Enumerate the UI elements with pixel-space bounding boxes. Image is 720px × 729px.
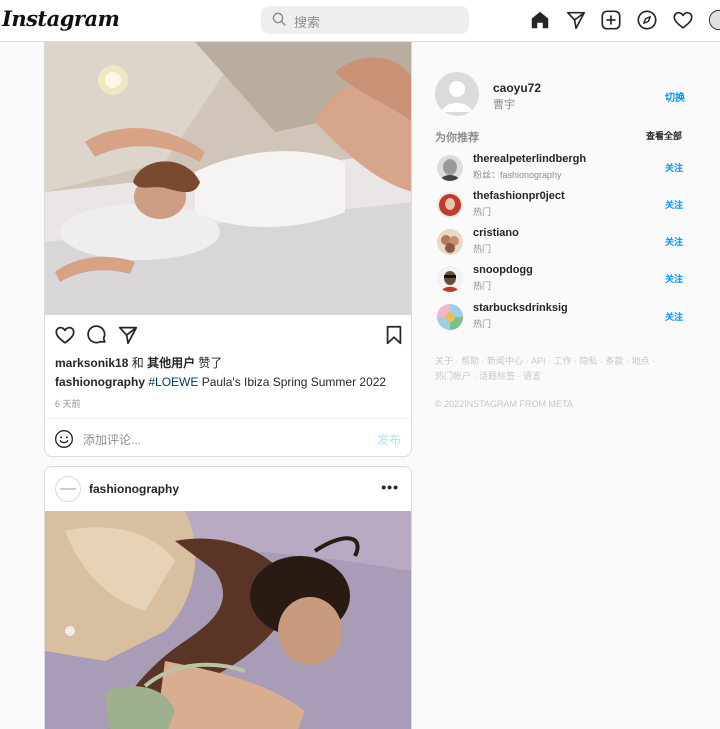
comment-form: 添加评论... 发布 [45,418,411,456]
post-header: fashionography ••• [45,467,411,511]
more-options-icon[interactable]: ••• [381,479,399,495]
comment-icon[interactable] [86,324,108,346]
post-comment-button[interactable]: 发布 [377,431,401,448]
follow-button[interactable]: 关注 [665,235,683,248]
activity-heart-icon[interactable] [672,9,694,31]
home-icon[interactable] [529,9,551,31]
search-placeholder: 搜索 [294,15,321,30]
suggestion-avatar[interactable] [437,266,463,292]
post-image[interactable] [45,511,411,729]
likes-user-link[interactable]: marksonik18 [55,356,128,370]
follow-button[interactable]: 关注 [665,161,683,174]
caption-text: Paula's Ibiza Spring Summer 2022 [198,375,387,389]
like-heart-icon[interactable] [54,324,76,346]
suggestion-item: starbucksdrinksig 热门 关注 [437,302,687,332]
likes-others-link[interactable]: 其他用户 [147,356,195,370]
suggestion-subtitle: 热门 [473,207,492,217]
suggestion-subtitle: 热门 [473,319,492,329]
suggestion-username[interactable]: cristiano [473,227,519,239]
caption-hashtag[interactable]: #LOEWE [148,375,198,389]
suggestion-avatar[interactable] [437,229,463,255]
suggestion-subtitle: 粉丝：fashionography [473,170,562,180]
current-user-avatar[interactable] [435,72,479,116]
comment-input[interactable]: 添加评论... [83,431,141,448]
footer-links: 关于 · 帮助 · 新闻中心 · API · 工作 · 隐私 · 条款 · 地点… [435,354,695,384]
search-input[interactable]: 搜索 [261,6,469,34]
suggestions-title: 为你推荐 [435,132,479,144]
top-nav-bar: Instagram 搜索 [0,0,720,42]
follow-button[interactable]: 关注 [665,310,683,323]
suggestion-item: thefashionpr0ject 热门 关注 [437,190,687,220]
bookmark-icon[interactable] [383,324,405,346]
suggestion-item: therealpeterlindbergh 粉丝：fashionography … [437,153,687,183]
footer-links-line-2[interactable]: 热门帐户 · 话题标签 · 语言 [435,369,695,384]
copyright: © 2022INSTAGRAM FROM META [435,399,573,409]
caption-username[interactable]: fashionography [55,375,145,389]
suggestion-username[interactable]: therealpeterlindbergh [473,153,586,165]
suggestion-avatar[interactable] [437,304,463,330]
feed-post: marksonik18 和 其他用户 赞了 fashionography #LO… [44,42,412,457]
emoji-icon[interactable] [54,429,74,449]
direct-icon[interactable] [565,9,587,31]
post-timestamp[interactable]: 6 天前 [55,397,81,410]
author-avatar[interactable] [55,476,81,502]
suggestion-username[interactable]: thefashionpr0ject [473,190,565,202]
suggestion-subtitle: 热门 [473,281,492,291]
current-fullname: 曹宇 [493,99,515,111]
new-post-icon[interactable] [600,9,622,31]
see-all-link[interactable]: 查看全部 [646,129,682,142]
suggestion-item: snoopdogg 热门 关注 [437,264,687,294]
author-username[interactable]: fashionography [89,482,179,496]
suggestion-username[interactable]: starbucksdrinksig [473,302,568,314]
profile-avatar[interactable] [708,9,720,31]
footer-links-line-1[interactable]: 关于 · 帮助 · 新闻中心 · API · 工作 · 隐私 · 条款 · 地点… [435,354,695,369]
share-icon[interactable] [117,324,139,346]
suggestion-item: cristiano 热门 关注 [437,227,687,257]
post-image[interactable] [45,42,411,315]
switch-account-button[interactable]: 切换 [665,89,685,104]
likes-summary: marksonik18 和 其他用户 赞了 [55,356,223,370]
suggestion-avatar[interactable] [437,192,463,218]
current-username[interactable]: caoyu72 [493,81,541,95]
suggestion-avatar[interactable] [437,155,463,181]
post-actions [45,322,411,350]
suggestion-subtitle: 热门 [473,244,492,254]
follow-button[interactable]: 关注 [665,272,683,285]
feed-post: fashionography ••• [44,466,412,729]
instagram-logo[interactable]: Instagram [2,6,120,31]
post-caption: fashionography #LOEWE Paula's Ibiza Spri… [55,375,386,389]
follow-button[interactable]: 关注 [665,198,683,211]
explore-icon[interactable] [636,9,658,31]
suggestion-username[interactable]: snoopdogg [473,264,533,276]
search-icon [272,12,286,26]
